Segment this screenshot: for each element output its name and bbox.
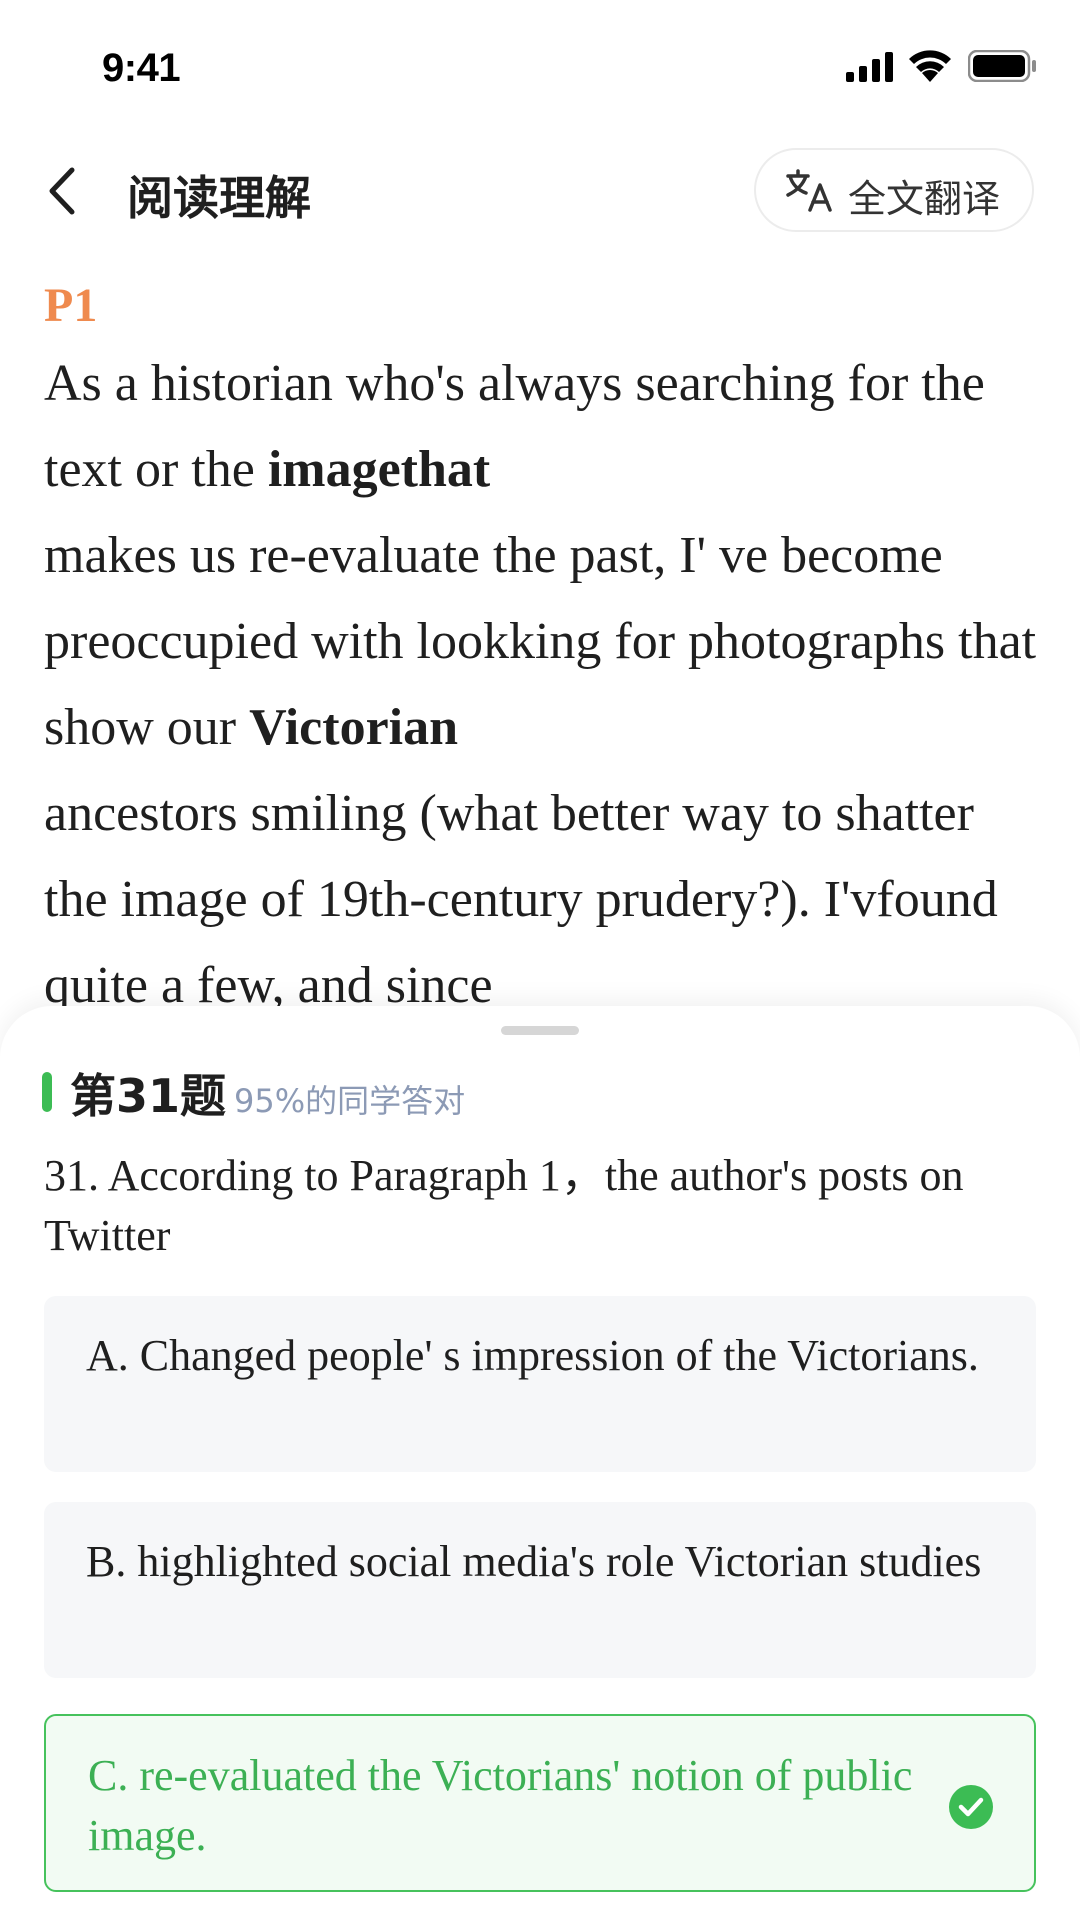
passage-emphasis: imagethat — [267, 441, 491, 498]
page-title: 阅读理解 — [127, 171, 311, 225]
option-b[interactable]: B. highlighted social media's role Victo… — [44, 1502, 1036, 1678]
back-button[interactable] — [40, 162, 88, 220]
translate-button-label: 全文翻译 — [848, 177, 1001, 221]
cellular-signal-icon — [846, 52, 893, 82]
chevron-left-icon — [49, 167, 75, 215]
battery-icon — [968, 50, 1036, 82]
status-bar: 9:41 — [0, 0, 1080, 140]
passage-segment: makes us re-evaluate the past, I' ve bec… — [44, 527, 1037, 756]
option-c-correct[interactable]: C. re-evaluated the Victorians' notion o… — [44, 1714, 1036, 1892]
question-sheet: 第31题 95%的同学答对 31. According to Paragraph… — [0, 1006, 1080, 1920]
check-circle-icon — [949, 1785, 993, 1829]
question-text: 31. According to Paragraph 1，the author'… — [44, 1151, 964, 1260]
passage-emphasis: Victorian — [249, 699, 459, 756]
option-a[interactable]: A. Changed people' s impression of the V… — [44, 1296, 1036, 1472]
paragraph-text: As a historian who's always searching fo… — [44, 341, 1044, 1029]
nav-bar: 阅读理解 全文翻译 — [0, 140, 1080, 240]
question-marker-bar — [42, 1072, 52, 1112]
passage-segment: As a historian who's always searching fo… — [44, 355, 985, 498]
full-text-translate-button[interactable]: 全文翻译 — [754, 148, 1034, 232]
option-label: C. re-evaluated the Victorians' notion o… — [88, 1751, 913, 1860]
translate-icon — [786, 169, 832, 212]
sheet-drag-handle[interactable] — [501, 1026, 579, 1035]
option-label: A. Changed people' s impression of the V… — [86, 1331, 979, 1380]
question-number: 第31题 — [70, 1069, 227, 1123]
status-time: 9:41 — [102, 46, 181, 90]
reading-passage: P1 As a historian who's always searching… — [44, 278, 1044, 1029]
paragraph-label: P1 — [44, 279, 98, 332]
wifi-icon — [909, 50, 951, 82]
question-accuracy-stat: 95%的同学答对 — [234, 1082, 466, 1120]
option-label: B. highlighted social media's role Victo… — [86, 1537, 982, 1586]
passage-segment: ancestors smiling (what better way to sh… — [44, 785, 998, 1014]
